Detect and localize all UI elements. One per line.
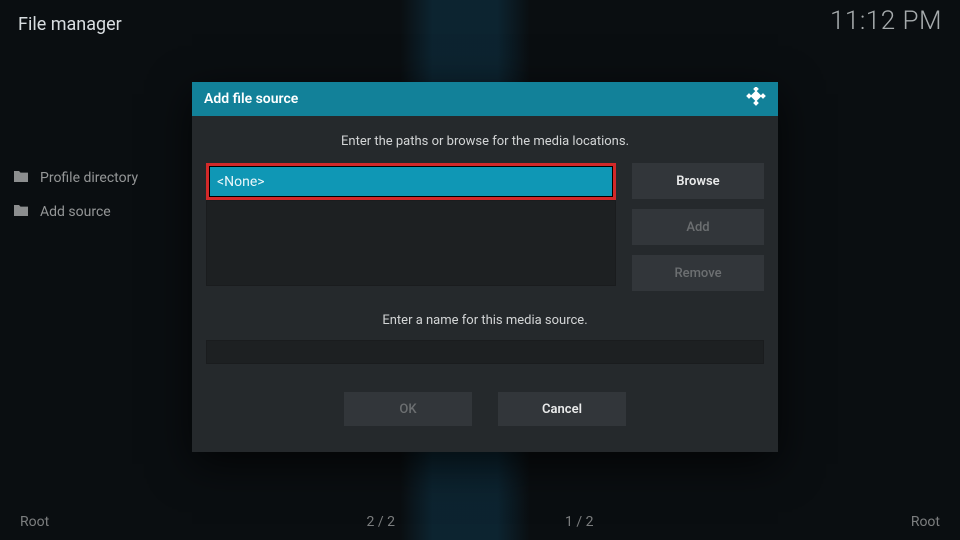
dialog-titlebar: Add file source bbox=[192, 82, 778, 116]
source-name-input[interactable] bbox=[206, 340, 764, 364]
paths-instruction: Enter the paths or browse for the media … bbox=[341, 134, 629, 149]
footer-left: Root bbox=[20, 514, 49, 530]
add-source-dialog: Add file source Enter the paths or brows… bbox=[192, 82, 778, 452]
path-input[interactable]: <None> bbox=[206, 163, 616, 200]
footer-counter-left: 2 / 2 bbox=[367, 514, 395, 530]
add-button[interactable]: Add bbox=[632, 209, 764, 245]
footer-right: Root bbox=[911, 514, 940, 530]
browse-button[interactable]: Browse bbox=[632, 163, 764, 199]
path-input-value: <None> bbox=[217, 174, 265, 190]
name-instruction: Enter a name for this media source. bbox=[382, 313, 587, 328]
dialog-title: Add file source bbox=[204, 91, 298, 107]
remove-button[interactable]: Remove bbox=[632, 255, 764, 291]
sidebar-item-label: Profile directory bbox=[40, 170, 138, 186]
dialog-body: Enter the paths or browse for the media … bbox=[192, 116, 778, 444]
path-list-area[interactable] bbox=[206, 200, 616, 286]
footer-bar: Root 2 / 2 1 / 2 Root bbox=[0, 514, 960, 530]
folder-icon bbox=[14, 204, 28, 220]
sidebar: Profile directory Add source bbox=[14, 170, 184, 220]
footer-counter-right: 1 / 2 bbox=[565, 514, 593, 530]
ok-button[interactable]: OK bbox=[344, 392, 472, 426]
page-title: File manager bbox=[18, 14, 122, 35]
sidebar-item-profile-directory[interactable]: Profile directory bbox=[14, 170, 184, 186]
sidebar-item-label: Add source bbox=[40, 204, 111, 220]
cancel-button[interactable]: Cancel bbox=[498, 392, 626, 426]
folder-icon bbox=[14, 170, 28, 186]
kodi-logo-icon bbox=[746, 87, 766, 111]
sidebar-item-add-source[interactable]: Add source bbox=[14, 204, 184, 220]
clock: 11:12 PM bbox=[830, 6, 942, 36]
